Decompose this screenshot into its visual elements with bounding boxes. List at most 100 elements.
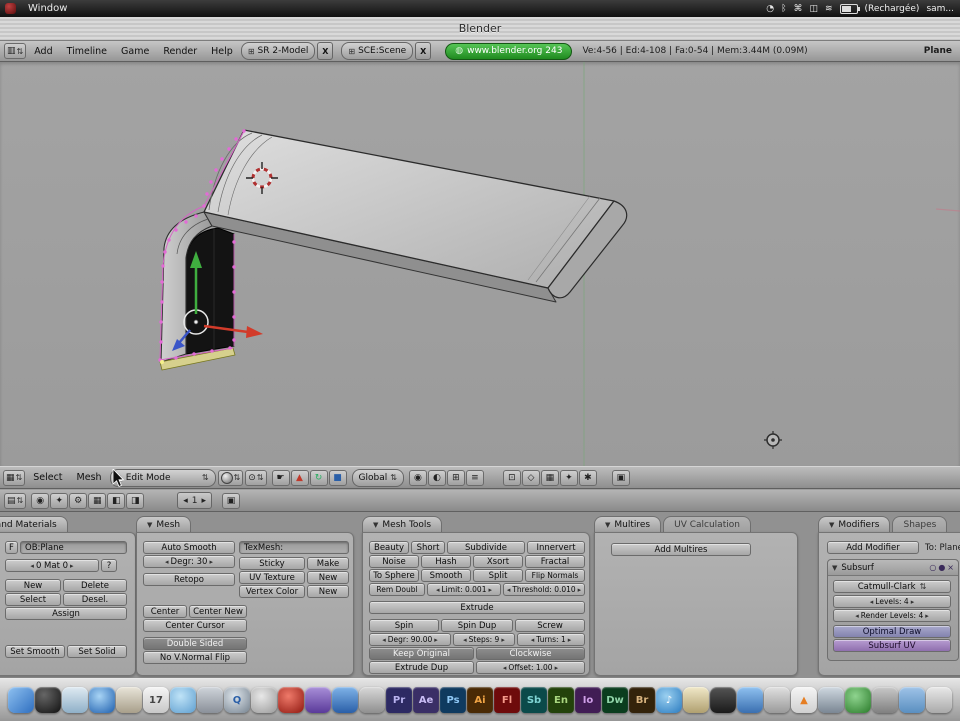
dock-icon-silver-app[interactable] (764, 687, 790, 713)
noise-button[interactable]: Noise (369, 555, 419, 568)
frame-next-icon[interactable]: ▸ (201, 496, 206, 506)
app-icon[interactable] (5, 3, 16, 14)
translate-manipulator-icon[interactable]: ▲ (290, 469, 309, 486)
object-name-field[interactable]: OB:Plane (20, 541, 127, 554)
dock-icon-bridge[interactable]: Br (629, 687, 655, 713)
clockwise-button[interactable]: Clockwise (476, 647, 585, 660)
dock-icon-folder[interactable] (899, 687, 925, 713)
add-modifier-button[interactable]: Add Modifier (827, 541, 919, 554)
select-menu[interactable]: Select (27, 472, 68, 483)
logic-context-icon[interactable]: ◉ (31, 492, 50, 509)
split-button[interactable]: Split (473, 569, 523, 582)
mode-dropdown[interactable]: ▲ Edit Mode ⇅ (109, 468, 216, 487)
snap-icon[interactable]: ◐ (427, 469, 446, 486)
sticky-button[interactable]: Sticky (239, 557, 305, 570)
material-delete-button[interactable]: Delete (63, 579, 127, 592)
tab-multires[interactable]: ▼ Multires (594, 516, 662, 532)
viewport-canvas[interactable] (0, 62, 960, 466)
pivot-dropdown[interactable]: ⊙ ⇅ (245, 469, 267, 486)
tab-shapes[interactable]: Shapes (892, 516, 948, 532)
dock-icon-dvd-player[interactable] (251, 687, 277, 713)
dock-icon-illustrator[interactable]: Ai (467, 687, 493, 713)
dock-icon-dashboard[interactable] (35, 687, 61, 713)
menubar-status-icon-0[interactable]: ◔ (766, 4, 774, 14)
buttons-editor-icon[interactable]: ▤ ⇅ (4, 492, 27, 509)
material-assign-button[interactable]: Assign (5, 607, 127, 620)
tab-uv-calculation[interactable]: UV Calculation (663, 516, 751, 532)
dock-icon-flash[interactable]: Fl (494, 687, 520, 713)
menu-add[interactable]: Add (28, 46, 58, 57)
dock-icon-blue-app[interactable] (332, 687, 358, 713)
material-new-button[interactable]: New (5, 579, 61, 592)
menu-render[interactable]: Render (157, 46, 203, 57)
dock-icon-mail[interactable] (62, 687, 88, 713)
dock-icon-indesign[interactable]: Io (575, 687, 601, 713)
material-deselect-button[interactable]: Desel. (63, 593, 127, 606)
keep-original-button[interactable]: Keep Original (369, 647, 474, 660)
screen-close-button[interactable]: X (317, 42, 334, 60)
retopo-button[interactable]: Retopo (143, 573, 235, 586)
dock-icon-finder[interactable] (8, 687, 34, 713)
rem-doubl-button[interactable]: Rem Doubl (369, 583, 425, 596)
object-context-icon[interactable]: ▦ (88, 492, 107, 509)
tab-link-and-materials[interactable]: ▼Link and Materials (0, 516, 68, 532)
texmesh-field[interactable]: TexMesh: (239, 541, 349, 554)
vertex-color-new-button[interactable]: New (307, 585, 349, 598)
center-new-button[interactable]: Center New (189, 605, 247, 618)
dock-icon-red-app[interactable] (278, 687, 304, 713)
render-button-icon[interactable]: ▣ (222, 492, 241, 509)
spin-dup-button[interactable]: Spin Dup (441, 619, 513, 632)
dock-icon-quicktime[interactable]: Q (224, 687, 250, 713)
tab-mesh-tools[interactable]: ▼ Mesh Tools (362, 516, 443, 532)
dock-icon-vlc[interactable]: ▲ (791, 687, 817, 713)
material-index-stepper[interactable]: 0 Mat 0 (5, 559, 99, 572)
dock-icon-trash[interactable] (926, 687, 952, 713)
short-button[interactable]: Short (411, 541, 445, 554)
occlude-icon[interactable]: ✦ (559, 469, 578, 486)
innervert-button[interactable]: Innervert (527, 541, 585, 554)
menubar-status-icon-1[interactable]: ᛒ (781, 4, 786, 14)
subsurf-levels-stepper[interactable]: Levels: 4 (833, 595, 951, 608)
dock-icon-after-effects[interactable]: Ae (413, 687, 439, 713)
center-button[interactable]: Center (143, 605, 187, 618)
shading-context-icon[interactable]: ⚙ (69, 492, 88, 509)
hash-button[interactable]: Hash (421, 555, 471, 568)
dock-icon-system-prefs[interactable] (197, 687, 223, 713)
auto-smooth-button[interactable]: Auto Smooth (143, 541, 235, 554)
turns-stepper[interactable]: Turns: 1 (517, 633, 585, 646)
dock-icon-gray-app-2[interactable] (872, 687, 898, 713)
tab-modifiers[interactable]: ▼ Modifiers (818, 516, 891, 532)
dock-icon-blue-app-2[interactable] (737, 687, 763, 713)
limit-stepper[interactable]: Limit: 0.001 (427, 583, 501, 596)
scene-close-button[interactable]: X (415, 42, 432, 60)
frame-stepper[interactable]: ◂ 1 ▸ (177, 492, 213, 509)
menu-help[interactable]: Help (205, 46, 239, 57)
edge-select-icon[interactable]: ◇ (521, 469, 540, 486)
dock-icon-photoshop[interactable]: Ps (440, 687, 466, 713)
lamp-widget[interactable] (764, 431, 782, 449)
render-preview-icon[interactable]: ▣ (611, 469, 630, 486)
threshold-stepper[interactable]: Threshold: 0.010 (503, 583, 585, 596)
vertex-select-icon[interactable]: ⊡ (502, 469, 521, 486)
lock-icon[interactable]: ≡ (465, 469, 484, 486)
sticky-make-button[interactable]: Make (307, 557, 349, 570)
no-vnormal-flip-button[interactable]: No V.Normal Flip (143, 651, 247, 664)
dock-icon-ichat[interactable] (170, 687, 196, 713)
dock-icon-calculator[interactable] (818, 687, 844, 713)
dock-icon-dark-app[interactable] (710, 687, 736, 713)
dock-icon-itunes[interactable]: ♪ (656, 687, 682, 713)
double-sided-button[interactable]: Double Sided (143, 637, 247, 650)
center-cursor-button[interactable]: Center Cursor (143, 619, 247, 632)
vertex-color-button[interactable]: Vertex Color (239, 585, 305, 598)
dock-icon-address-book[interactable] (116, 687, 142, 713)
spin-degr-stepper[interactable]: Degr: 90.00 (369, 633, 451, 646)
menu-timeline[interactable]: Timeline (61, 46, 113, 57)
scale-manipulator-icon[interactable]: ■ (328, 469, 347, 486)
subsurf-uv-button[interactable]: Subsurf UV (833, 639, 951, 652)
spin-button[interactable]: Spin (369, 619, 439, 632)
face-select-icon[interactable]: ▦ (540, 469, 559, 486)
screw-button[interactable]: Screw (515, 619, 585, 632)
steps-stepper[interactable]: Steps: 9 (453, 633, 515, 646)
degr-stepper[interactable]: Degr: 30 (143, 555, 235, 568)
dock-icon-browser[interactable] (89, 687, 115, 713)
